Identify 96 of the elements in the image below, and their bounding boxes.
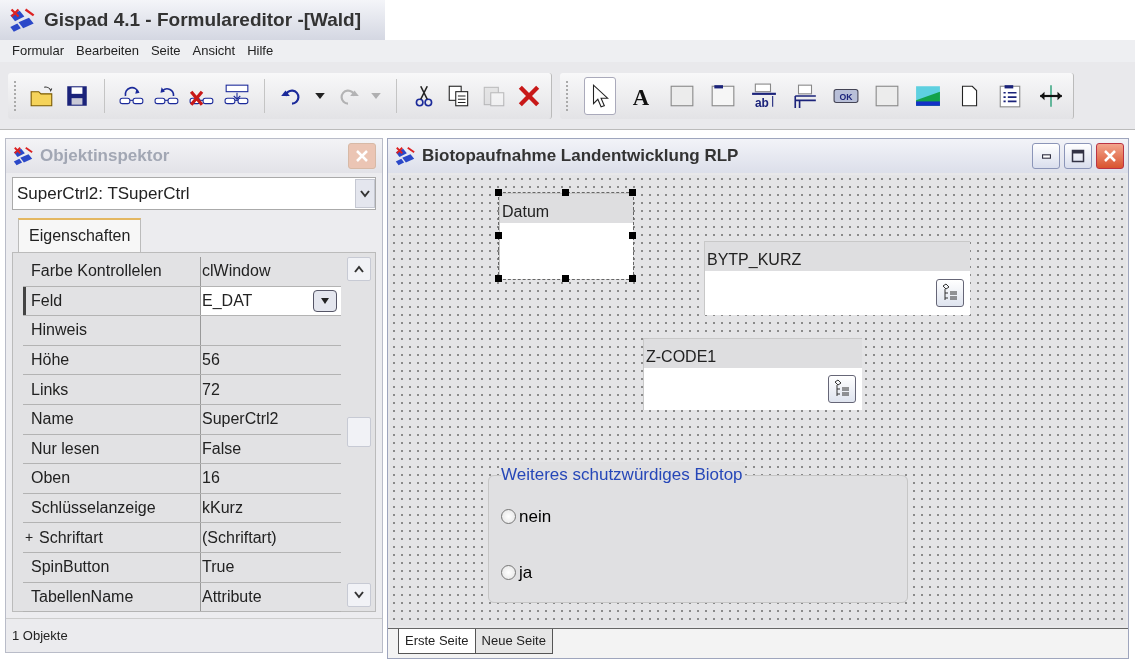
property-label: Feld — [31, 290, 63, 311]
resize-handle[interactable] — [495, 275, 502, 282]
property-name[interactable]: TabellenName — [23, 582, 201, 612]
maximize-icon — [1071, 149, 1085, 163]
resize-handle[interactable] — [495, 232, 502, 239]
property-label: Links — [31, 379, 69, 400]
menu-item[interactable]: Seite — [150, 41, 181, 61]
page-tab[interactable]: Erste Seite — [398, 629, 476, 654]
property-value: SuperCtrl2 — [202, 409, 279, 430]
property-value: True — [202, 557, 235, 578]
property-name[interactable]: Nur lesen — [23, 434, 201, 464]
splitter-icon — [1038, 82, 1064, 109]
property-label: SpinButton — [31, 557, 110, 578]
expand-toggle[interactable]: + — [25, 527, 39, 549]
close-icon — [355, 149, 369, 163]
scroll-up-button[interactable] — [347, 257, 371, 281]
property-value: kKurz — [202, 498, 243, 519]
property-value: E_DAT — [202, 290, 253, 311]
minimize-icon — [1041, 153, 1051, 159]
scrollbar-thumb[interactable] — [347, 417, 371, 447]
lookup-button[interactable] — [936, 279, 964, 307]
app-logo-icon — [394, 145, 416, 167]
object-select[interactable]: SuperCtrl2: TSuperCtrl — [12, 177, 376, 210]
resize-handle[interactable] — [629, 189, 636, 196]
resize-handle[interactable] — [629, 232, 636, 239]
property-value: False — [202, 438, 242, 459]
property-name[interactable]: Schlüsselanzeige — [23, 493, 201, 523]
grid-icon — [792, 82, 818, 109]
menu-item[interactable]: Bearbeiten — [76, 41, 139, 61]
property-label: Oben — [31, 468, 71, 489]
app-logo-icon — [12, 145, 34, 167]
field-label: Datum — [499, 193, 633, 223]
app-logo-icon — [8, 6, 36, 34]
property-value: 16 — [202, 468, 220, 489]
menu-item[interactable]: Hilfe — [247, 41, 274, 61]
property-value: (Schriftart) — [202, 527, 277, 548]
lookup-button[interactable] — [828, 375, 856, 403]
list-icon — [940, 283, 960, 303]
maximize-button[interactable] — [1064, 143, 1092, 169]
field-label: BYTP_KURZ — [704, 241, 970, 271]
property-label: Farbe Kontrollelen — [31, 261, 162, 282]
menu-item[interactable]: Formular — [12, 41, 64, 61]
radio-button[interactable] — [501, 509, 516, 525]
property-name[interactable]: SpinButton — [23, 552, 201, 582]
close-icon — [1103, 149, 1117, 163]
close-button[interactable] — [1096, 143, 1124, 169]
tool-button[interactable]: ab — [748, 76, 780, 115]
property-label: Schlüsselanzeige — [31, 498, 156, 519]
caret-icon — [320, 297, 330, 304]
dropdown-button[interactable] — [313, 289, 337, 312]
minimize-button[interactable] — [1032, 143, 1060, 169]
property-label: Höhe — [31, 350, 70, 371]
radio-button[interactable] — [501, 564, 516, 580]
property-name[interactable]: + Schriftart — [23, 523, 201, 552]
tab[interactable]: Eigenschaften — [18, 218, 142, 252]
chevron-up-icon — [353, 264, 365, 274]
window-title: Gispad 4.1 - Formulareditor -[Wald] — [44, 7, 362, 32]
property-label: Name — [31, 409, 74, 430]
property-name[interactable]: Oben — [23, 464, 201, 493]
tool-button[interactable] — [584, 76, 616, 115]
tool-button[interactable]: OK — [830, 76, 862, 115]
text-tool-icon: A — [628, 82, 654, 109]
property-value: 56 — [202, 350, 220, 371]
property-label: TabellenName — [31, 586, 134, 607]
radio-option[interactable]: nein — [501, 504, 907, 530]
property-value: Attribute — [202, 586, 262, 607]
caret-icon — [315, 92, 325, 99]
field-label: Z-CODE1 — [643, 338, 862, 368]
property-name[interactable]: Links — [23, 375, 201, 404]
status-text: 1 Objekte — [12, 626, 68, 645]
property-name[interactable]: Farbe Kontrollelen — [23, 257, 201, 286]
list-icon — [832, 379, 852, 399]
panel-title: Objektinspektor — [40, 145, 170, 168]
property-name[interactable]: Höhe — [23, 345, 201, 375]
radio-option[interactable]: ja — [501, 559, 907, 585]
chevron-down-icon — [353, 590, 365, 600]
property-label: Nur lesen — [31, 438, 100, 459]
resize-handle[interactable] — [629, 275, 636, 282]
property-value: clWindow — [202, 261, 271, 282]
menu-item[interactable]: Ansicht — [192, 41, 236, 61]
resize-handle[interactable] — [562, 189, 569, 196]
tool-button[interactable]: A — [625, 76, 657, 115]
resize-handle[interactable] — [495, 189, 502, 196]
window-title: Biotopaufnahme Landentwicklung RLP — [422, 145, 739, 168]
list-icon — [997, 82, 1023, 109]
panel-icon — [710, 82, 736, 109]
scroll-down-button[interactable] — [347, 583, 371, 607]
property-value: 72 — [202, 379, 220, 400]
property-label: Schriftart — [39, 527, 103, 548]
page-tab[interactable]: Neue Seite — [474, 629, 553, 654]
property-name[interactable]: Hinweis — [23, 316, 201, 345]
resize-handle[interactable] — [562, 275, 569, 282]
chevron-down-icon — [359, 188, 371, 199]
property-label: Hinweis — [31, 320, 87, 341]
property-name[interactable]: Name — [23, 404, 201, 434]
caret-icon — [371, 92, 381, 99]
